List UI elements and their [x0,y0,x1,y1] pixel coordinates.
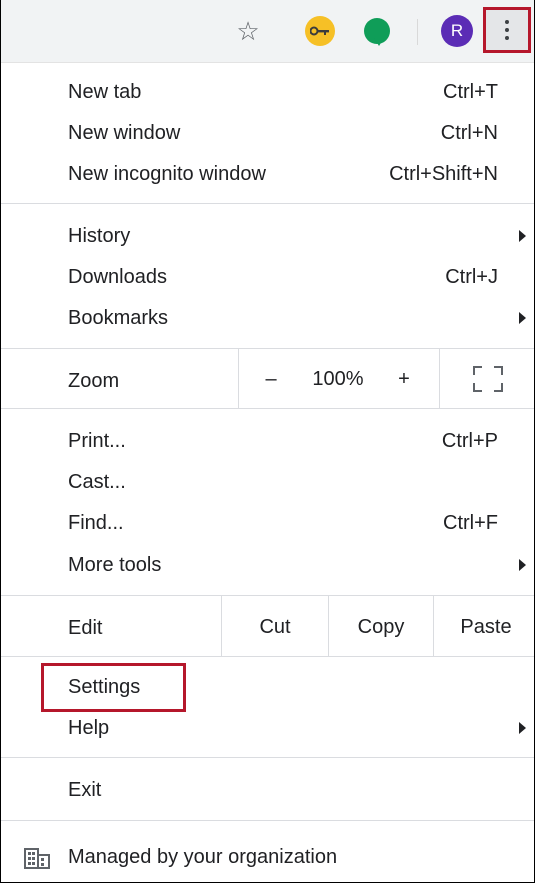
customize-menu-button[interactable] [483,7,531,53]
chrome-menu-window: ☆ R New tab Ctrl+T New window Ctrl+N New… [0,0,535,883]
menu-item-label: Downloads [68,266,167,288]
menu-item-label: Exit [68,779,102,801]
menu-item-downloads[interactable]: Downloads Ctrl+J [1,257,534,297]
fullscreen-icon[interactable] [473,366,503,392]
menu-item-label: New tab [68,81,142,103]
password-key-extension-icon[interactable] [304,15,336,47]
menu-item-shortcut: Ctrl+F [443,512,498,534]
menu-item-label: Print... [68,430,126,452]
paste-button[interactable]: Paste [434,616,534,639]
menu-item-new-incognito-window[interactable]: New incognito window Ctrl+Shift+N [1,154,534,194]
menu-item-label: Edit [68,617,103,639]
menu-divider [1,820,534,821]
menu-item-label: New incognito window [68,163,266,185]
hangouts-extension-icon[interactable] [361,15,393,47]
menu-item-history[interactable]: History [1,216,534,256]
building-icon [24,848,50,869]
menu-divider [1,595,534,596]
menu-item-bookmarks[interactable]: Bookmarks [1,298,534,338]
menu-item-label: More tools [68,554,162,576]
managed-label: Managed by your organization [68,846,338,868]
key-icon [305,16,335,46]
toolbar-divider [417,19,418,45]
menu-item-exit[interactable]: Exit [1,770,534,810]
submenu-arrow-icon [519,722,526,734]
menu-item-shortcut: Ctrl+T [443,81,498,103]
menu-divider [1,348,534,349]
menu-item-new-window[interactable]: New window Ctrl+N [1,113,534,153]
three-dots-menu-icon [505,20,509,40]
submenu-arrow-icon [519,559,526,571]
menu-item-more-tools[interactable]: More tools [1,545,534,585]
menu-divider [1,203,534,204]
zoom-divider [439,349,440,408]
menu-item-label: Zoom [68,370,120,392]
menu-item-label: Cast... [68,471,126,493]
zoom-out-button[interactable]: – [256,368,286,391]
menu-item-label: History [68,225,131,247]
menu-divider [1,757,534,758]
menu-item-label: Help [68,717,110,739]
cut-button[interactable]: Cut [222,616,328,639]
menu-item-new-tab[interactable]: New tab Ctrl+T [1,72,534,112]
menu-item-shortcut: Ctrl+N [440,122,498,144]
hangouts-icon [364,18,390,46]
menu-item-label: Bookmarks [68,307,169,329]
menu-item-shortcut: Ctrl+J [445,266,498,288]
zoom-level: 100% [312,368,364,390]
menu-item-shortcut: Ctrl+Shift+N [389,163,498,185]
copy-button[interactable]: Copy [329,616,433,639]
menu-divider [1,656,534,657]
browser-toolbar: ☆ R [1,0,534,63]
profile-avatar-button[interactable]: R [441,15,473,47]
menu-item-find[interactable]: Find... Ctrl+F [1,503,534,543]
submenu-arrow-icon [519,312,526,324]
settings-highlight-box [41,663,186,712]
menu-item-label: Find... [68,512,124,534]
managed-by-organization-item[interactable]: Managed by your organization [1,834,534,882]
avatar: R [441,15,473,47]
zoom-divider [238,349,239,408]
menu-divider [1,408,534,409]
menu-item-label: New window [68,122,181,144]
menu-item-cast[interactable]: Cast... [1,462,534,502]
zoom-in-button[interactable]: + [389,368,419,391]
menu-item-print[interactable]: Print... Ctrl+P [1,421,534,461]
menu-item-help[interactable]: Help [1,708,534,748]
submenu-arrow-icon [519,230,526,242]
menu-item-shortcut: Ctrl+P [441,430,498,452]
bookmark-star-icon[interactable]: ☆ [232,15,264,47]
